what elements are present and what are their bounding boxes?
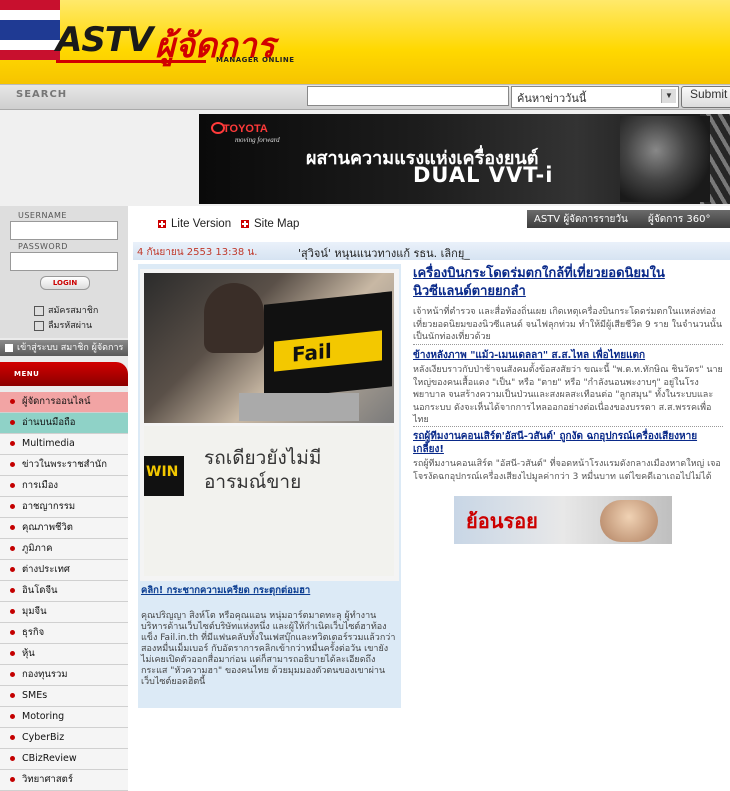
- plus-icon: [158, 219, 166, 228]
- username-field[interactable]: [10, 221, 118, 240]
- bullet-icon: [10, 399, 15, 404]
- laptop-keyboard: [239, 393, 359, 421]
- featured-story-title[interactable]: คลิก! กระชากความเครียด กระตุกต่อมฮา: [141, 583, 396, 598]
- laptop-screen: Fail: [264, 291, 392, 400]
- bullet-icon: [10, 777, 15, 782]
- password-field[interactable]: [10, 252, 118, 271]
- bullet-icon: [10, 630, 15, 635]
- featured-photo-sign[interactable]: WIN รถเดียวยังไม่มีอารมณ์ขาย: [144, 426, 394, 576]
- bullet-icon: [10, 462, 15, 467]
- menu-item[interactable]: อ่านบนมือถือ: [0, 413, 128, 434]
- menu-header: MENU: [0, 362, 128, 386]
- news-divider: [413, 344, 723, 345]
- bullet-icon: [10, 672, 15, 677]
- bullet-icon: [10, 651, 15, 656]
- news-divider: [413, 426, 723, 427]
- member-login-link[interactable]: เข้าสู่ระบบ สมาชิก ผู้จัดการ: [0, 340, 128, 356]
- menu-item[interactable]: CyberBiz: [0, 728, 128, 749]
- banner-brand: TOYOTA: [223, 123, 268, 135]
- username-label: USERNAME: [18, 211, 67, 220]
- logo-subtitle: MANAGER ONLINE: [216, 56, 295, 64]
- category-menu: ผู้จัดการออนไลน์ อ่านบนมือถือ Multimedia…: [0, 392, 128, 791]
- news-title[interactable]: ข้างหลังภาพ "แม้ว-เมนเดลลา" ส.ส.ไหล เพื่…: [413, 348, 723, 363]
- key-icon: [34, 320, 44, 331]
- bullet-icon: [10, 420, 15, 425]
- flashback-ad-text: ย้อนรอย: [466, 509, 538, 533]
- menu-item[interactable]: อินโดจีน: [0, 581, 128, 602]
- win-logo: WIN: [146, 464, 179, 480]
- menu-title: MENU: [14, 370, 40, 378]
- menu-item[interactable]: การเมือง: [0, 476, 128, 497]
- bullet-icon: [10, 756, 15, 761]
- logo-astv[interactable]: ASTV: [56, 20, 153, 60]
- menu-item[interactable]: ต่างประเทศ: [0, 560, 128, 581]
- bullet-icon: [10, 588, 15, 593]
- chevron-down-icon[interactable]: ▼: [661, 89, 676, 103]
- bullet-icon: [10, 504, 15, 509]
- submit-button[interactable]: Submit: [681, 86, 730, 108]
- menu-item[interactable]: Multimedia: [0, 434, 128, 455]
- search-label: SEARCH: [16, 89, 68, 100]
- bullet-icon: [10, 714, 15, 719]
- ticker-headline[interactable]: 'สุวิจน์' หนุนแนวทางแก้ รธน. เลิกยุ_: [298, 244, 470, 262]
- lite-version-link[interactable]: Lite Version: [158, 218, 231, 230]
- login-button[interactable]: LOGIN: [40, 276, 90, 290]
- bullet-icon: [10, 546, 15, 551]
- menu-item[interactable]: SMEs: [0, 686, 128, 707]
- bullet-icon: [10, 567, 15, 572]
- handwritten-sign-text: รถเดียวยังไม่มีอารมณ์ขาย: [204, 447, 322, 493]
- news-body: เจ้าหน้าที่ตำรวจ และสื่อท้องถิ่นเผย เกิด…: [413, 307, 723, 342]
- news-title[interactable]: เครื่องบินกระโดดร่มตกใกล้ที่เที่ยวยอดนิย…: [413, 265, 723, 301]
- bullet-icon: [10, 441, 15, 446]
- menu-item[interactable]: ข่าวในพระราชสำนัก: [0, 455, 128, 476]
- daily-link[interactable]: ASTV ผู้จัดการรายวัน: [534, 212, 628, 227]
- engine-image: [620, 116, 710, 202]
- register-link[interactable]: สมัครสมาชิก: [34, 303, 98, 317]
- weekly-360-link[interactable]: ผู้จัดการ 360°: [648, 212, 711, 227]
- ad-portrait: [600, 500, 658, 542]
- ticker-date: 4 กันยายน 2553 13:38 น.: [137, 247, 258, 258]
- menu-item[interactable]: อาชญากรรม: [0, 497, 128, 518]
- bullet-icon: [10, 525, 15, 530]
- bullet-icon: [10, 609, 15, 614]
- menu-item[interactable]: Motoring: [0, 707, 128, 728]
- menu-item[interactable]: มุมจีน: [0, 602, 128, 623]
- menu-item[interactable]: CBizReview: [0, 749, 128, 770]
- plus-icon: [241, 219, 249, 228]
- featured-story-body: คุณปริญญา สิงห์โต หรือคุณแอน หนุ่มอาร์ตม…: [141, 611, 396, 687]
- bullet-icon: [10, 483, 15, 488]
- news-title[interactable]: รถผู้ทีมงานคอนเสิร์ต'อัสนี-วสันต์' ถูกงั…: [413, 430, 723, 456]
- forgot-password-link[interactable]: ลืมรหัสผ่าน: [34, 318, 92, 332]
- bullet-icon: [10, 735, 15, 740]
- search-scope-select[interactable]: ค้นหาข่าววันนี้ ▼: [511, 86, 679, 108]
- banner-slogan: moving forward: [235, 136, 280, 144]
- menu-item[interactable]: วิทยาศาสตร์: [0, 770, 128, 791]
- featured-photo-laptop[interactable]: Fail: [144, 273, 394, 423]
- search-input[interactable]: [307, 86, 509, 106]
- fail-logo: Fail: [292, 338, 332, 367]
- menu-item[interactable]: ภูมิภาค: [0, 539, 128, 560]
- banner-tagline: DUAL VVT-i: [413, 163, 554, 187]
- logo-underline: [56, 60, 206, 63]
- news-body: หลังเงียบราวกับป่าช้าจนสังคมตั้งข้อสงสัย…: [413, 365, 723, 425]
- menu-item[interactable]: หุ้น: [0, 644, 128, 665]
- search-scope-value: ค้นหาข่าววันนี้: [517, 93, 587, 105]
- password-label: PASSWORD: [18, 242, 68, 251]
- register-icon: [34, 305, 44, 316]
- plus-icon: [5, 343, 13, 352]
- menu-item[interactable]: คุณภาพชีวิต: [0, 518, 128, 539]
- menu-item[interactable]: กองทุนรวม: [0, 665, 128, 686]
- menu-item[interactable]: ผู้จัดการออนไลน์: [0, 392, 128, 413]
- thai-flag-icon: [0, 0, 60, 64]
- menu-item[interactable]: ธุรกิจ: [0, 623, 128, 644]
- bullet-icon: [10, 693, 15, 698]
- person-figure: [204, 283, 264, 353]
- site-map-link[interactable]: Site Map: [241, 218, 299, 230]
- news-body: รถผู้ทีมงานคอนเสิร์ต "อัสนี-วสันต์" ที่จ…: [413, 459, 721, 482]
